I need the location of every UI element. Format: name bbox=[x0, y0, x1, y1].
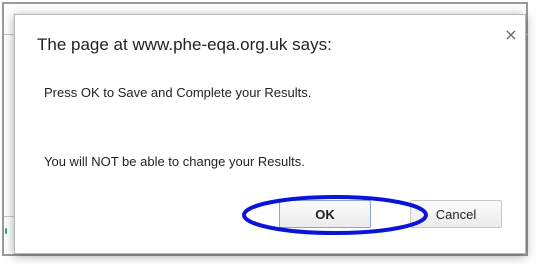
confirm-dialog: The page at www.phe-eqa.org.uk says: × P… bbox=[14, 14, 526, 254]
dialog-message-save: Press OK to Save and Complete your Resul… bbox=[44, 85, 312, 100]
cancel-button-label: Cancel bbox=[435, 206, 477, 222]
cancel-button[interactable]: Cancel bbox=[410, 200, 502, 228]
ok-button[interactable]: OK bbox=[279, 200, 371, 228]
ok-button-label: OK bbox=[315, 206, 335, 222]
dialog-title: The page at www.phe-eqa.org.uk says: bbox=[37, 35, 332, 54]
dialog-message-warning: You will NOT be able to change your Resu… bbox=[44, 154, 305, 169]
background-teal-mark-left bbox=[5, 228, 7, 234]
close-icon[interactable]: × bbox=[503, 27, 519, 43]
